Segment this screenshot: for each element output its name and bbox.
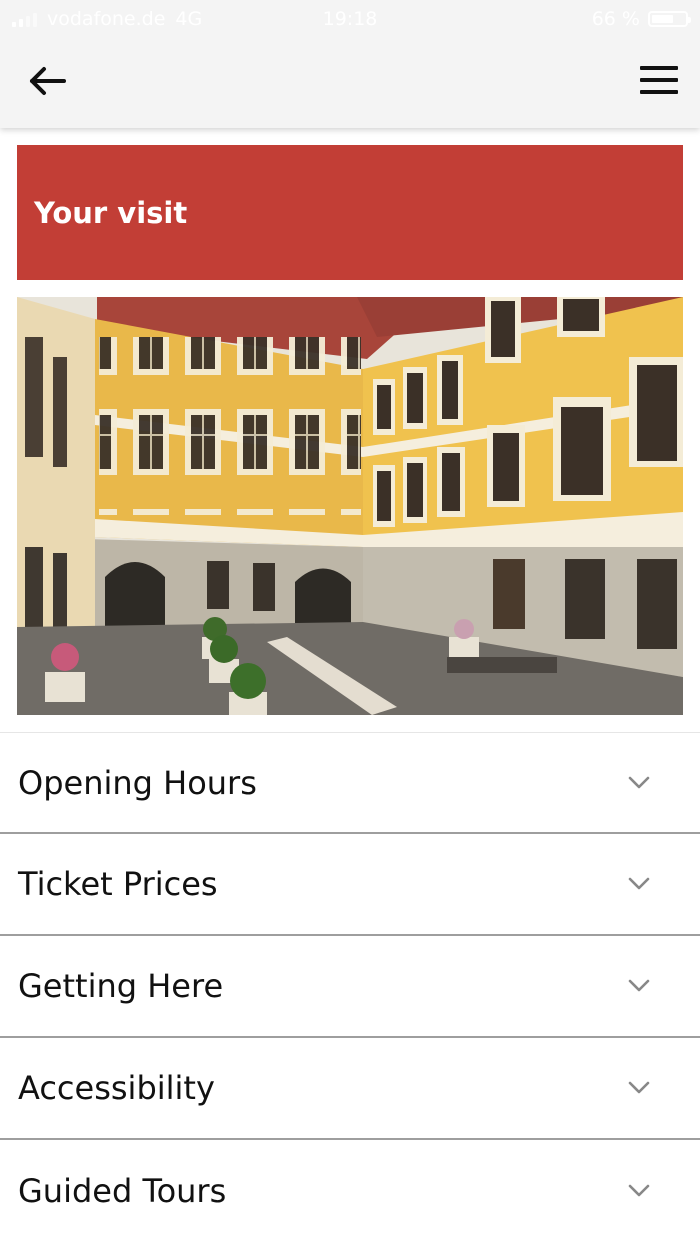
courtyard-photo: [17, 297, 683, 715]
hero-image: [17, 297, 683, 715]
battery-icon: [648, 11, 691, 27]
info-accordion: Opening Hours Ticket Prices Getting Here…: [0, 732, 700, 1242]
chevron-down-icon: [628, 1184, 650, 1197]
page-title: Your visit: [34, 195, 188, 230]
accordion-item-getting-here[interactable]: Getting Here: [0, 936, 700, 1038]
back-button[interactable]: [28, 62, 68, 102]
accordion-item-accessibility[interactable]: Accessibility: [0, 1038, 700, 1140]
arrow-left-icon: [30, 67, 66, 95]
chevron-down-icon: [628, 877, 650, 890]
accordion-item-ticket-prices[interactable]: Ticket Prices: [0, 834, 700, 936]
menu-button[interactable]: [638, 62, 680, 100]
battery-percent: 66 %: [591, 8, 640, 30]
accordion-item-opening-hours[interactable]: Opening Hours: [0, 732, 700, 834]
chevron-down-icon: [628, 979, 650, 992]
app-header: vodafone.de 4G 19:18 66 %: [0, 0, 700, 128]
accordion-item-label: Guided Tours: [18, 1172, 227, 1210]
accordion-item-label: Accessibility: [18, 1069, 215, 1107]
accordion-item-label: Ticket Prices: [18, 865, 218, 903]
status-bar: vodafone.de 4G 19:18 66 %: [0, 0, 700, 38]
hamburger-menu-icon: [640, 66, 678, 94]
accordion-item-label: Getting Here: [18, 967, 224, 1005]
chevron-down-icon: [628, 1081, 650, 1094]
page-title-banner: Your visit: [17, 145, 683, 280]
accordion-item-label: Opening Hours: [18, 763, 257, 802]
accordion-item-guided-tours[interactable]: Guided Tours: [0, 1140, 700, 1242]
chevron-down-icon: [628, 776, 650, 788]
